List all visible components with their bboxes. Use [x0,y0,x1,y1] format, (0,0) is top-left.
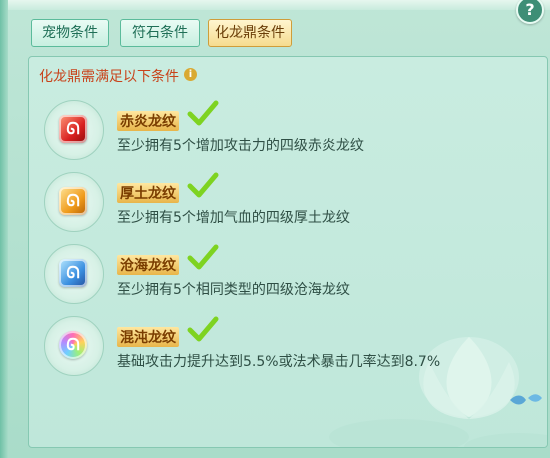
conditions-panel: 化龙鼎需满足以下条件 i ᘏ 赤炎龙纹 至少拥有5个增加攻击力的四级赤炎龙纹 ᘏ… [28,56,548,448]
requirement-description: 基础攻击力提升达到5.5%或法术暴击几率达到8.7% [117,354,441,370]
requirement-row: ᘏ 沧海龙纹 至少拥有5个相同类型的四级沧海龙纹 [39,241,539,311]
requirement-description: 至少拥有5个增加气血的四级厚土龙纹 [117,210,350,226]
requirement-name: 沧海龙纹 [117,255,179,275]
requirement-name: 混沌龙纹 [117,327,179,347]
check-icon [187,100,219,126]
requirement-row: ᘏ 赤炎龙纹 至少拥有5个增加攻击力的四级赤炎龙纹 [39,97,539,167]
window-left-border [0,0,8,458]
check-icon [187,172,219,198]
tab-dragon-cauldron-conditions[interactable]: 化龙鼎条件 [208,19,292,47]
requirement-name: 赤炎龙纹 [117,111,179,131]
check-icon [187,316,219,342]
orange-dragon-gem-icon: ᘏ [44,172,104,232]
red-dragon-gem-icon: ᘏ [44,100,104,160]
panel-title: 化龙鼎需满足以下条件 [39,69,179,85]
requirement-row: ᘏ 厚土龙纹 至少拥有5个增加气血的四级厚土龙纹 [39,169,539,239]
tab-pet-conditions[interactable]: 宠物条件 [31,19,109,47]
tab-rune-conditions[interactable]: 符石条件 [120,19,200,47]
requirement-name: 厚土龙纹 [117,183,179,203]
help-button[interactable]: ? [516,0,544,24]
window-top-border [0,0,550,10]
requirement-row: ᘏ 混沌龙纹 基础攻击力提升达到5.5%或法术暴击几率达到8.7% [39,313,539,383]
blue-dragon-gem-icon: ᘏ [44,244,104,304]
requirement-description: 至少拥有5个相同类型的四级沧海龙纹 [117,282,350,298]
requirement-description: 至少拥有5个增加攻击力的四级赤炎龙纹 [117,138,364,154]
info-icon[interactable]: i [184,68,197,81]
check-icon [187,244,219,270]
chaos-dragon-gem-icon: ᘏ [44,316,104,376]
fish-decoration [510,394,542,405]
